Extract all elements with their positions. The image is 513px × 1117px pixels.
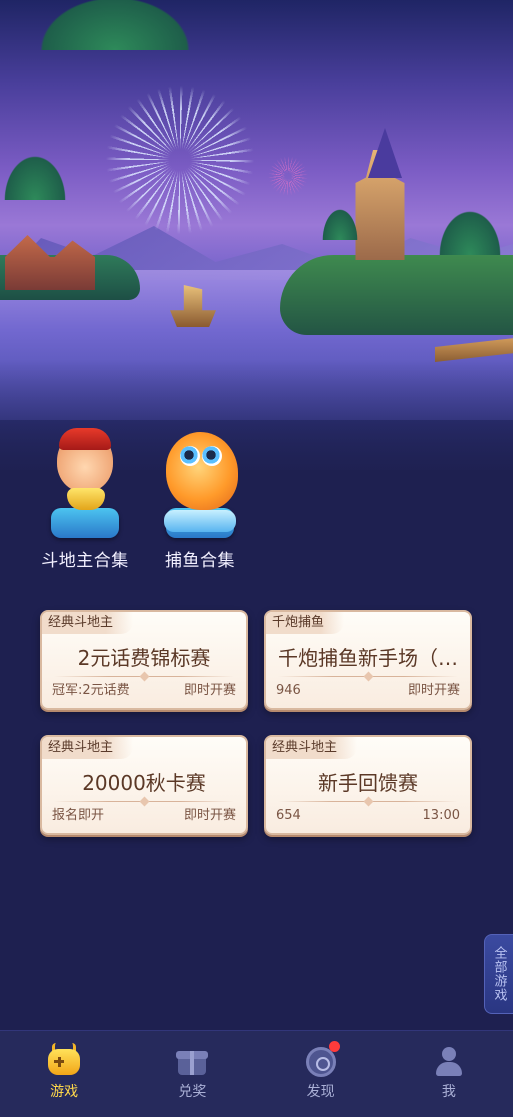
firework-illustration <box>105 85 255 235</box>
palm-leaves-illustration <box>30 0 200 50</box>
fish-eye <box>180 446 200 466</box>
nav-label: 兑奖 <box>178 1084 207 1100</box>
user-icon <box>431 1043 467 1079</box>
card-info: 冠军:2元话费 <box>52 683 130 698</box>
palm-tree-illustration <box>320 205 360 240</box>
landlord-hat <box>59 428 111 450</box>
card-start-time: 即时开赛 <box>407 683 460 698</box>
fish-icon <box>158 428 242 538</box>
card-category-tag: 经典斗地主 <box>266 737 358 759</box>
fish-body <box>166 432 238 510</box>
diamond-icon <box>363 796 374 807</box>
match-card[interactable]: 千炮捕鱼 千炮捕鱼新手场（… 946 即时开赛 <box>264 610 472 710</box>
shortcut-label: 捕鱼合集 <box>165 551 235 571</box>
card-category-tag: 经典斗地主 <box>42 737 134 759</box>
palm-tree-illustration <box>435 205 505 255</box>
notification-dot <box>328 1041 340 1052</box>
firework-small-illustration <box>268 156 308 196</box>
diamond-icon <box>363 671 374 682</box>
nav-item-redeem[interactable]: 兑奖 <box>128 1031 256 1117</box>
card-info: 654 <box>276 808 301 823</box>
fish-eye <box>202 446 222 466</box>
gift-icon <box>174 1043 210 1079</box>
nav-label: 发现 <box>306 1084 335 1100</box>
match-card[interactable]: 经典斗地主 2元话费锦标赛 冠军:2元话费 即时开赛 <box>40 610 248 710</box>
card-start-time: 即时开赛 <box>183 808 236 823</box>
landlord-icon <box>43 428 127 538</box>
nav-label: 我 <box>441 1084 456 1100</box>
card-divider <box>278 796 458 807</box>
gamepad-body <box>48 1049 81 1075</box>
card-info: 946 <box>276 683 301 698</box>
wave-icon <box>164 510 236 532</box>
card-divider <box>278 671 458 682</box>
shortcut-fishing-collection[interactable]: 捕鱼合集 <box>150 428 250 571</box>
island-right-illustration <box>280 255 513 335</box>
nav-label: 游戏 <box>50 1084 79 1100</box>
card-divider <box>54 796 234 807</box>
card-title: 千炮捕鱼新手场（… <box>278 646 458 670</box>
discover-icon <box>303 1041 340 1079</box>
shortcut-landlord-collection[interactable]: 斗地主合集 <box>35 428 135 571</box>
card-category-tag: 经典斗地主 <box>42 612 134 634</box>
user-silhouette <box>435 1047 463 1077</box>
nav-item-discover[interactable]: 发现 <box>257 1031 385 1117</box>
tile-base <box>51 508 119 538</box>
gold-ingot-icon <box>67 488 105 510</box>
all-games-label: 全部游戏 <box>491 946 507 1002</box>
nav-item-games[interactable]: 游戏 <box>0 1031 128 1117</box>
card-info: 报名即开 <box>52 808 105 823</box>
palm-tree-illustration <box>0 150 70 200</box>
nav-item-me[interactable]: 我 <box>385 1031 513 1117</box>
diamond-icon <box>139 796 150 807</box>
gift-box <box>176 1051 209 1075</box>
gamepad-icon <box>46 1043 82 1079</box>
match-card[interactable]: 经典斗地主 20000秋卡赛 报名即开 即时开赛 <box>40 735 248 835</box>
card-title: 20000秋卡赛 <box>82 771 206 795</box>
card-divider <box>54 671 234 682</box>
card-category-tag: 千炮捕鱼 <box>266 612 345 634</box>
card-title: 新手回馈赛 <box>318 771 418 795</box>
bottom-nav: 游戏 兑奖 发现 我 <box>0 1030 513 1117</box>
card-title: 2元话费锦标赛 <box>77 646 211 670</box>
card-start-time: 即时开赛 <box>183 683 236 698</box>
hero-banner <box>0 0 513 470</box>
discover-ring <box>305 1047 336 1077</box>
match-card[interactable]: 经典斗地主 新手回馈赛 654 13:00 <box>264 735 472 835</box>
shortcut-label: 斗地主合集 <box>41 551 129 571</box>
all-games-tab[interactable]: 全部游戏 <box>484 934 513 1014</box>
diamond-icon <box>139 671 150 682</box>
card-start-time: 13:00 <box>422 808 460 823</box>
